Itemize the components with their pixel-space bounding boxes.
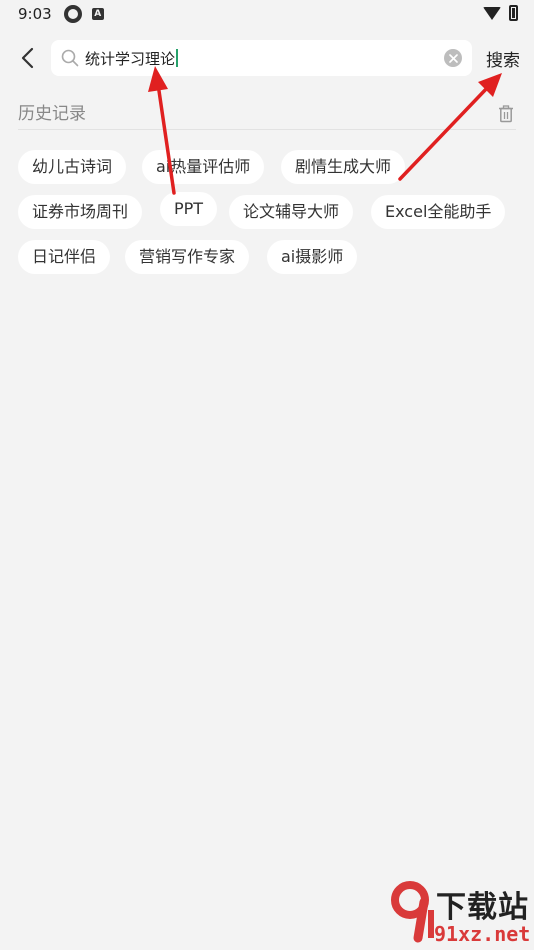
site-logo-icon — [391, 881, 434, 943]
text-cursor — [176, 49, 179, 67]
search-icon — [61, 49, 79, 67]
history-header: 历史记录 — [18, 100, 516, 130]
search-query-text: 统计学习理论 — [85, 49, 176, 68]
history-tag[interactable]: ai摄影师 — [267, 240, 358, 274]
trash-icon[interactable] — [498, 105, 514, 123]
history-tag[interactable]: 论文辅导大师 — [229, 195, 354, 229]
watermark-title: 下载站 — [436, 890, 529, 925]
wifi-icon — [483, 6, 501, 20]
close-icon — [448, 53, 458, 63]
history-tag[interactable]: 日记伴侣 — [18, 240, 111, 274]
status-time: 9:03 — [18, 5, 52, 23]
search-box[interactable]: 统计学习理论 — [51, 40, 472, 76]
back-button[interactable] — [14, 44, 42, 72]
annotation-arrows — [148, 66, 502, 195]
history-tag[interactable]: PPT — [160, 192, 218, 226]
status-bar: 9:03 A — [0, 0, 534, 28]
status-right-icons — [483, 5, 518, 21]
history-tag[interactable]: 证券市场周刊 — [18, 195, 143, 229]
history-tag[interactable]: 剧情生成大师 — [281, 150, 406, 184]
search-row: 统计学习理论 搜索 — [0, 40, 534, 76]
search-submit-button[interactable]: 搜索 — [486, 46, 520, 71]
clear-button[interactable] — [444, 49, 462, 67]
history-tag[interactable]: 幼儿古诗词 — [18, 150, 127, 184]
history-tag[interactable]: 营销写作专家 — [125, 240, 250, 274]
watermark-url: 91xz.net — [434, 922, 531, 946]
battery-icon — [509, 5, 518, 21]
chevron-left-icon — [21, 47, 34, 69]
watermark: 下载站 91xz.net — [388, 880, 534, 948]
search-input[interactable]: 统计学习理论 — [85, 48, 425, 69]
settings-like-icon — [63, 5, 82, 23]
text-a-icon: A — [91, 8, 104, 20]
history-tag[interactable]: Excel全能助手 — [371, 195, 506, 229]
history-tag[interactable]: ai热量评估师 — [142, 150, 265, 184]
history-title: 历史记录 — [18, 104, 86, 124]
